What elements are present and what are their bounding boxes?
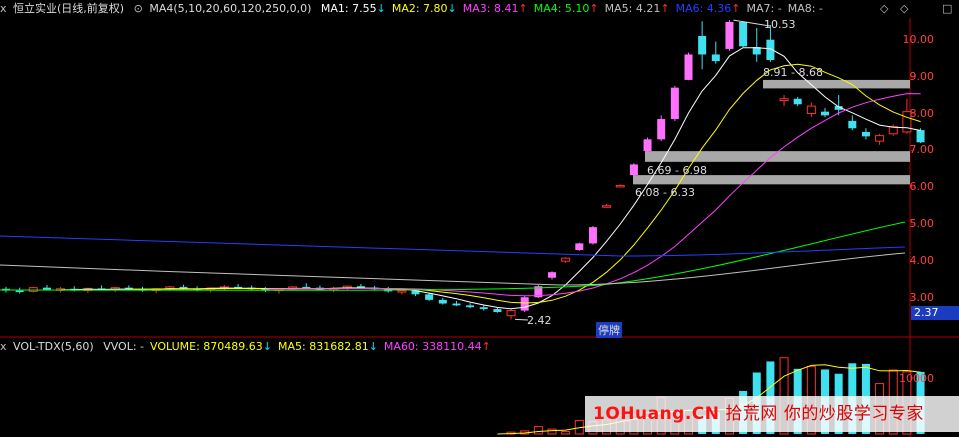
price-tick-1: 9.00 xyxy=(909,69,935,83)
candle-body-40 xyxy=(548,272,556,278)
volume-title: VOL-TDX(5,60) xyxy=(13,340,94,353)
candle-body-48 xyxy=(657,119,666,140)
candle-body-46 xyxy=(629,164,638,176)
candle-body-58 xyxy=(793,98,802,105)
high-price-label: 10.53 xyxy=(764,18,796,31)
candle-body-49 xyxy=(670,87,679,120)
candle-body-31 xyxy=(425,294,434,300)
price-tick-3: 7.00 xyxy=(909,143,935,157)
candle-body-43 xyxy=(588,227,597,244)
suspend-badge: 停牌 xyxy=(596,322,622,338)
current-price-tag: 2.37 xyxy=(911,306,959,320)
ma4-line xyxy=(0,221,906,291)
candle-body-13 xyxy=(179,286,188,289)
gap-box-1 xyxy=(763,79,910,89)
price-tick-2: 8.00 xyxy=(909,106,935,120)
ma6-line xyxy=(0,235,906,257)
candle-body-42 xyxy=(575,243,584,251)
vol-legend-item-1: VOLUME: 870489.63↓ xyxy=(150,340,272,353)
candle-body-37 xyxy=(506,310,516,317)
candle-body-32 xyxy=(438,299,447,304)
candle-body-36 xyxy=(493,309,502,313)
candle-body-34 xyxy=(466,305,475,308)
vol-legend-item-2: MA5: 831682.81↓ xyxy=(278,340,378,353)
vol-legend-item-3: MA60: 338110.44↑ xyxy=(383,340,491,353)
watermark: 1OHuang.CN 拾荒网 你的炒股学习专家 xyxy=(585,396,959,432)
candle-body-63 xyxy=(861,131,870,137)
candle-body-62 xyxy=(848,120,857,129)
candle-body-29 xyxy=(397,290,407,293)
candle-body-50 xyxy=(684,54,693,80)
candle-body-1 xyxy=(15,290,24,293)
volume-bar-41 xyxy=(561,431,571,435)
candle-body-59 xyxy=(806,105,816,115)
candle-body-41 xyxy=(561,257,571,262)
watermark-site: 1OHuang.CN xyxy=(593,404,720,424)
candle-body-47 xyxy=(643,139,652,152)
candle-body-38 xyxy=(520,297,529,311)
volume-panel-header: x VOL-TDX(5,60) VVOL: - VOLUME: 870489.63… xyxy=(0,338,503,356)
volume-legend: VVOL: - VOLUME: 870489.63↓ MA5: 831682.81↓… xyxy=(103,340,497,353)
gap-label-1: 8.91 - 8.68 xyxy=(763,66,823,79)
price-tick-5: 5.00 xyxy=(909,217,935,231)
gap-label-3: 6.08 - 6.33 xyxy=(635,186,695,199)
candle-body-44 xyxy=(602,205,612,208)
candle-body-35 xyxy=(479,307,488,310)
volume-close-icon[interactable]: x xyxy=(0,340,7,353)
vol-legend-item-0: VVOL: - xyxy=(103,340,145,353)
price-tick-4: 6.00 xyxy=(909,180,935,194)
candle-body-53 xyxy=(725,21,734,49)
candle-body-60 xyxy=(821,111,829,116)
volume-bar-39 xyxy=(533,426,543,435)
gap-label-2: 6.69 - 6.98 xyxy=(647,164,707,177)
ma3-line xyxy=(265,93,921,297)
candle-body-33 xyxy=(452,303,461,306)
candle-body-45 xyxy=(615,184,625,188)
volume-axis-tick: 10000 xyxy=(899,372,934,385)
candle-body-51 xyxy=(698,36,707,55)
price-tick-7: 3.00 xyxy=(909,291,935,304)
candle-body-54 xyxy=(739,21,748,47)
kline-chart-window: x 恒立实业(日线,前复权) ⊙ MA4(5,10,20,60,120,250,… xyxy=(0,0,959,437)
gap-box-2 xyxy=(645,151,910,162)
ma5-line xyxy=(0,252,906,286)
candle-body-67 xyxy=(916,130,925,143)
candle-body-52 xyxy=(711,54,720,62)
price-tick-0: 10.00 xyxy=(902,32,935,46)
watermark-text: 拾荒网 你的炒股学习专家 xyxy=(719,404,924,424)
low-price-label: 2.42 xyxy=(527,314,552,327)
volume-bar-40 xyxy=(547,428,557,435)
candle-body-64 xyxy=(875,135,885,142)
price-tick-6: 4.00 xyxy=(909,254,935,268)
candle-body-57 xyxy=(779,98,789,102)
